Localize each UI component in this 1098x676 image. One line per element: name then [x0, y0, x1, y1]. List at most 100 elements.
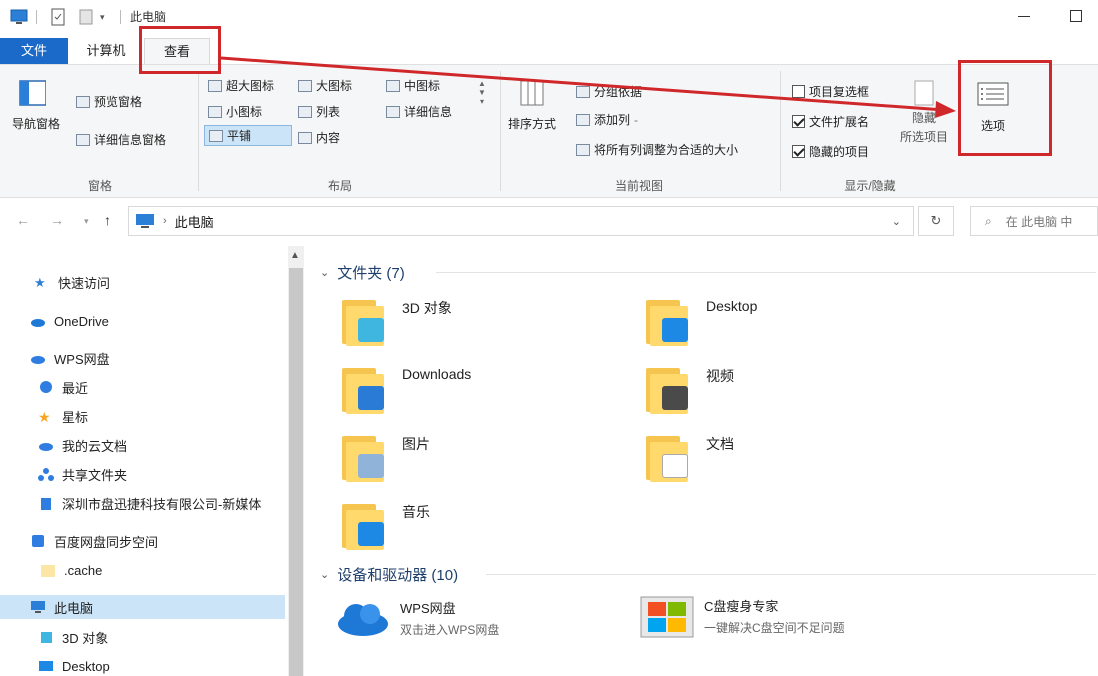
search-input[interactable]: ⌕ 在 此电脑 中 — [970, 206, 1098, 236]
folders-section-header[interactable]: ⌄ 文件夹 (7) — [320, 262, 405, 283]
layout-small-icons[interactable]: 小图标 — [208, 103, 262, 120]
folder-downloads[interactable]: Downloads — [342, 364, 471, 414]
preview-pane-icon — [76, 95, 90, 108]
layout-tiles[interactable]: 平铺 — [204, 125, 292, 146]
qa-separator — [120, 8, 121, 26]
folder-documents[interactable]: 文档 — [646, 432, 734, 482]
nav-item-company[interactable]: 深圳市盘迅捷科技有限公司-新媒体 — [38, 492, 261, 514]
maximize-button[interactable] — [1070, 10, 1082, 22]
nav-item-label: Desktop — [62, 658, 110, 674]
address-dropdown-icon[interactable]: ⌄ — [892, 215, 901, 228]
sort-by-label: 排序方式 — [508, 117, 557, 131]
sort-by-button[interactable]: 排序方式 — [508, 79, 556, 132]
details-icon — [386, 105, 400, 118]
group-by-label: 分组依据 — [594, 85, 643, 99]
nav-item-my-cloud-docs[interactable]: 我的云文档 — [38, 434, 127, 456]
folder-documents-icon — [646, 432, 692, 482]
nav-item-3d-objects[interactable]: 3D 对象 — [38, 626, 108, 648]
nav-scrollbar-thumb[interactable] — [289, 268, 303, 676]
tab-file[interactable]: 文件 — [0, 38, 68, 64]
back-arrow-icon[interactable]: ← — [16, 212, 30, 228]
add-columns-button[interactable]: 添加列 - — [576, 111, 638, 128]
nav-item-desktop[interactable]: Desktop — [38, 655, 110, 676]
drive-name: WPS网盘 — [400, 601, 456, 616]
drive-subtitle: 双击进入WPS网盘 — [400, 623, 500, 637]
scroll-up-icon[interactable]: ▲ — [290, 250, 300, 261]
tab-computer[interactable]: 计算机 — [78, 38, 134, 64]
up-arrow-icon[interactable]: ↑ — [104, 212, 111, 228]
layout-scroll-up-icon[interactable]: ▲ — [478, 79, 486, 88]
nav-item-starred[interactable]: ★ 星标 — [38, 405, 88, 427]
layout-content[interactable]: 内容 — [298, 129, 340, 146]
search-icon: ⌕ — [985, 213, 992, 228]
devices-section-header[interactable]: ⌄ 设备和驱动器 (10) — [320, 564, 458, 585]
folder-name: 视频 — [706, 368, 734, 384]
nav-item-recent[interactable]: 最近 — [38, 376, 88, 398]
nav-item-baidu-sync[interactable]: 百度网盘同步空间 — [30, 530, 158, 552]
content-icon — [298, 131, 312, 144]
item-checkboxes-label: 项目复选框 — [809, 85, 870, 99]
file-extensions-toggle[interactable]: 文件扩展名 — [792, 113, 869, 130]
breadcrumb-item[interactable]: 此电脑 — [175, 212, 214, 231]
folder-name: Downloads — [402, 366, 472, 382]
hide-selected-button[interactable]: 隐藏 所选项目 — [900, 79, 948, 145]
layout-more-icon[interactable]: ▾ — [480, 97, 484, 106]
address-bar[interactable]: › 此电脑 ⌄ — [128, 206, 914, 236]
layout-xl-icons[interactable]: 超大图标 — [208, 77, 274, 94]
layout-large-icons[interactable]: 大图标 — [298, 77, 352, 94]
folder-videos[interactable]: 视频 — [646, 364, 734, 414]
layout-scroll[interactable]: ▲ ▼ ▾ — [478, 79, 486, 106]
nav-pane-button[interactable]: 导航窗格 — [12, 79, 60, 132]
qa-dropdown-icon[interactable]: ▾ — [100, 8, 105, 26]
medium-icons-icon — [386, 79, 400, 92]
folder-icon — [41, 565, 55, 577]
details-pane-button[interactable]: 详细信息窗格 — [76, 131, 166, 148]
layout-medium-icons[interactable]: 中图标 — [386, 77, 440, 94]
layout-details[interactable]: 详细信息 — [386, 103, 452, 120]
nav-item-cache[interactable]: .cache — [40, 559, 102, 581]
nav-item-quick-access[interactable]: ★ 快速访问 — [34, 271, 110, 293]
file-extensions-check[interactable] — [792, 115, 805, 128]
new-folder-icon[interactable] — [78, 8, 94, 26]
preview-pane-button[interactable]: 预览窗格 — [76, 93, 142, 110]
item-checkboxes-check[interactable] — [792, 85, 805, 98]
forward-arrow-icon[interactable]: → — [50, 212, 64, 228]
small-icons-label: 小图标 — [226, 105, 263, 119]
nav-item-label: 共享文件夹 — [62, 467, 128, 483]
group-by-button[interactable]: 分组依据 — [576, 83, 642, 100]
nav-item-shared-folder[interactable]: 共享文件夹 — [38, 463, 127, 485]
nav-item-onedrive[interactable]: OneDrive — [30, 310, 109, 332]
folder-pictures[interactable]: 图片 — [342, 432, 430, 482]
refresh-button[interactable]: ↻ — [918, 206, 954, 236]
star-icon: ★ — [38, 409, 51, 425]
hidden-items-check[interactable] — [792, 145, 805, 158]
drive-wps-cloud[interactable]: WPS网盘 双击进入WPS网盘 — [336, 598, 499, 638]
highlight-options-button — [958, 60, 1052, 156]
collapse-chevron-icon[interactable]: ⌄ — [320, 266, 329, 279]
drive-subtitle: 一键解决C盘空间不足问题 — [704, 621, 845, 635]
hidden-items-toggle[interactable]: 隐藏的项目 — [792, 143, 869, 160]
group-label-show-hide: 显示/隐藏 — [844, 179, 896, 193]
navigation-pane: ★ 快速访问 OneDrive WPS网盘 最近 ★ 星标 我的云文档 共享文件夹 … — [0, 246, 306, 676]
nav-pane-icon — [19, 80, 46, 106]
breadcrumb-chevron-icon[interactable]: › — [163, 215, 167, 227]
folder-3d-objects[interactable]: 3D 对象 — [342, 296, 452, 346]
folder-music[interactable]: 音乐 — [342, 500, 430, 550]
item-checkboxes-toggle[interactable]: 项目复选框 — [792, 83, 869, 100]
drive-c-slim[interactable]: C盘瘦身专家 一键解决C盘空间不足问题 — [640, 596, 845, 642]
search-placeholder: 在 此电脑 中 — [1005, 214, 1073, 229]
large-icons-icon — [298, 79, 312, 92]
fit-columns-button[interactable]: 将所有列调整为合适的大小 — [576, 141, 738, 158]
nav-item-wps-cloud[interactable]: WPS网盘 — [30, 347, 110, 369]
recent-dropdown-icon[interactable]: ▾ — [84, 216, 89, 227]
folder-name: 图片 — [402, 436, 430, 452]
layout-scroll-down-icon[interactable]: ▼ — [478, 88, 486, 97]
minimize-button[interactable] — [1018, 16, 1030, 17]
collapse-chevron-icon[interactable]: ⌄ — [320, 568, 329, 581]
ribbon-separator — [198, 71, 199, 191]
layout-list[interactable]: 列表 — [298, 103, 340, 120]
nav-item-this-pc[interactable]: 此电脑 — [30, 596, 93, 618]
folder-pictures-icon — [342, 432, 388, 482]
properties-icon[interactable] — [50, 8, 66, 26]
folder-desktop[interactable]: Desktop — [646, 296, 757, 346]
